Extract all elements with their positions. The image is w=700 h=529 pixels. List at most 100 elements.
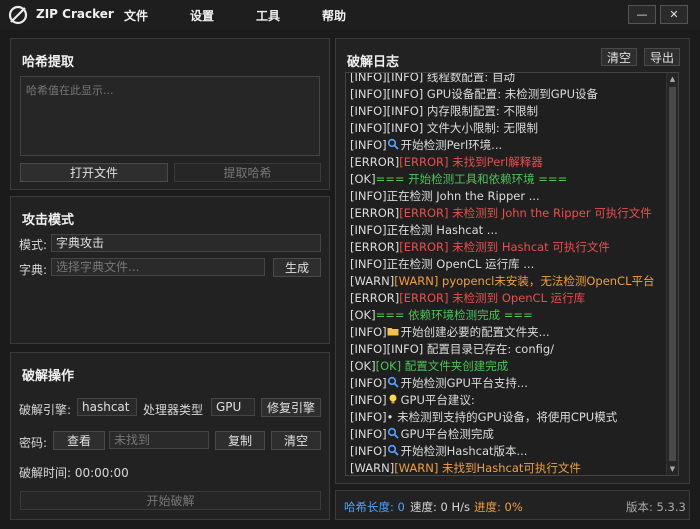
log-line-text: [WARN] 未找到Hashcat可执行文件: [394, 461, 581, 475]
log-line-prefix: [INFO]: [350, 257, 387, 271]
log-line-text: [ERROR] 未检测到 OpenCL 运行库: [399, 291, 586, 305]
menu-help[interactable]: 帮助: [322, 7, 346, 24]
log-line-prefix: [INFO]: [350, 325, 387, 339]
log-line-prefix: [INFO]: [350, 410, 387, 424]
log-line-text: [INFO] 配置目录已存在: config/: [386, 342, 555, 356]
clear-password-button[interactable]: 清空: [271, 431, 321, 450]
speed-status: 速度: 0 H/s: [410, 500, 471, 514]
log-line-prefix: [INFO]: [350, 121, 387, 135]
bulb-icon: [387, 393, 401, 407]
processor-select[interactable]: GPU: [211, 398, 255, 416]
log-line: [ERROR][ERROR] 未检测到 Hashcat 可执行文件: [350, 239, 666, 256]
fix-engine-button[interactable]: 修复引擎: [261, 398, 321, 417]
log-line: [INFO][INFO] 文件大小限制: 无限制: [350, 120, 666, 137]
log-line: [INFO] 开始检测Hashcat版本...: [350, 443, 666, 460]
crack-time: 破解时间: 00:00:00: [19, 466, 129, 480]
log-line: [INFO] GPU平台检测完成: [350, 426, 666, 443]
view-password-button[interactable]: 查看: [53, 431, 105, 450]
log-line: [INFO][INFO] 线程数配置: 自动: [350, 72, 666, 86]
log-line-prefix: [OK]: [350, 172, 376, 186]
export-log-button[interactable]: 导出: [644, 48, 680, 66]
log-line-text: [OK] 配置文件夹创建完成: [375, 359, 509, 373]
folder-icon: [387, 325, 401, 339]
log-line-text: 正在检测 Hashcat ...: [386, 223, 498, 237]
log-line-prefix: [INFO]: [350, 189, 387, 203]
log-line-prefix: [ERROR]: [350, 155, 400, 169]
search-icon: [387, 138, 401, 152]
log-panel-title: 破解日志: [347, 55, 400, 70]
log-line-text: GPU平台检测完成: [400, 427, 494, 441]
log-line: [WARN][WARN] pyopencl未安装，无法检测OpenCL平台: [350, 273, 666, 290]
log-line: [INFO] GPU平台建议:: [350, 392, 666, 409]
extract-hash-button[interactable]: 提取哈希: [174, 163, 321, 182]
status-bar: 哈希长度: 0 速度: 0 H/s 进度: 0% 版本: 5.3.3: [335, 490, 690, 520]
copy-password-button[interactable]: 复制: [215, 431, 265, 450]
close-button[interactable]: ✕: [660, 5, 688, 24]
log-line: [OK]=== 依赖环境检测完成 ===: [350, 307, 666, 324]
log-line-text: [INFO] 线程数配置: 自动: [386, 72, 515, 84]
log-line-text: 正在检测 OpenCL 运行库 ...: [386, 257, 535, 271]
log-line-text: [WARN] pyopencl未安装，无法检测OpenCL平台: [394, 274, 655, 288]
log-line-prefix: [OK]: [350, 308, 376, 322]
log-line-prefix: [INFO]: [350, 376, 387, 390]
app-title: ZIP Cracker: [36, 7, 114, 21]
log-line-prefix: [ERROR]: [350, 206, 400, 220]
hash-panel: 哈希提取 哈希值在此显示... 打开文件 提取哈希: [10, 38, 330, 190]
log-line-text: 开始检测GPU平台支持...: [400, 376, 528, 390]
crack-panel: 破解操作 破解引擎: hashcat 处理器类型 GPU 修复引擎 密码: 查看…: [10, 352, 330, 520]
log-line-text: 开始检测Hashcat版本...: [400, 444, 528, 458]
dict-label: 字典:: [19, 263, 48, 277]
log-line-prefix: [INFO]: [350, 223, 387, 237]
log-line-prefix: [INFO]: [350, 444, 387, 458]
log-line: [WARN][WARN] 未找到Hashcat可执行文件: [350, 460, 666, 475]
log-view[interactable]: [INFO][INFO] 线程数配置: 自动 [INFO][INFO] GPU设备…: [345, 72, 679, 476]
menu-settings[interactable]: 设置: [190, 7, 214, 24]
log-line-text: 开始检测Perl环境...: [400, 138, 503, 152]
log-line: [ERROR][ERROR] 未找到Perl解释器: [350, 154, 666, 171]
log-line-text: [INFO] GPU设备配置: 未检测到GPU设备: [386, 87, 598, 101]
log-line-text: === 开始检测工具和依赖环境 ===: [375, 172, 568, 186]
log-line-text: 正在检测 John the Ripper ...: [386, 189, 540, 203]
log-line: [INFO][INFO] GPU设备配置: 未检测到GPU设备: [350, 86, 666, 103]
dict-input[interactable]: 选择字典文件...: [51, 258, 265, 276]
progress-status: 进度: 0%: [474, 500, 523, 514]
log-line-prefix: [OK]: [350, 359, 376, 373]
hash-textarea[interactable]: 哈希值在此显示...: [20, 76, 320, 156]
log-line-text: 开始创建必要的配置文件夹...: [400, 325, 550, 339]
log-line: [INFO] 开始检测Perl环境...: [350, 137, 666, 154]
log-line: [ERROR][ERROR] 未检测到 OpenCL 运行库: [350, 290, 666, 307]
open-file-button[interactable]: 打开文件: [20, 163, 168, 182]
log-scrollbar[interactable]: ▲ ▼: [666, 73, 678, 475]
attack-panel-title: 攻击模式: [22, 213, 75, 228]
engine-select[interactable]: hashcat: [77, 398, 137, 416]
scroll-down-icon[interactable]: ▼: [667, 463, 678, 475]
crack-panel-title: 破解操作: [22, 369, 75, 384]
version-status: 版本: 5.3.3: [626, 500, 686, 514]
mode-select[interactable]: 字典攻击: [51, 234, 321, 252]
scroll-up-icon[interactable]: ▲: [667, 73, 678, 85]
clear-log-button[interactable]: 清空: [601, 48, 637, 66]
processor-label: 处理器类型: [143, 403, 204, 417]
password-label: 密码:: [19, 436, 48, 450]
menu-tools[interactable]: 工具: [256, 7, 280, 24]
log-line: [INFO]• 未检测到支持的GPU设备，将使用CPU模式: [350, 409, 666, 426]
log-line-prefix: [INFO]: [350, 72, 387, 84]
title-bar: ZIP Cracker 文件 设置 工具 帮助 — ✕: [0, 0, 700, 30]
log-line-text: [ERROR] 未检测到 John the Ripper 可执行文件: [399, 206, 652, 220]
menu-file[interactable]: 文件: [124, 7, 148, 24]
log-line: [INFO] 开始检测GPU平台支持...: [350, 375, 666, 392]
minimize-button[interactable]: —: [628, 5, 656, 24]
log-line: [INFO][INFO] 配置目录已存在: config/: [350, 341, 666, 358]
generate-button[interactable]: 生成: [273, 258, 321, 277]
log-line: [INFO][INFO] 内存限制配置: 不限制: [350, 103, 666, 120]
log-line: [INFO]正在检测 Hashcat ...: [350, 222, 666, 239]
log-line-text: [INFO] 内存限制配置: 不限制: [386, 104, 538, 118]
search-icon: [387, 444, 401, 458]
mode-label: 模式:: [19, 238, 48, 252]
password-field[interactable]: 未找到: [109, 431, 209, 449]
scroll-thumb[interactable]: [669, 87, 676, 461]
start-crack-button[interactable]: 开始破解: [20, 491, 321, 510]
log-line: [INFO] 开始创建必要的配置文件夹...: [350, 324, 666, 341]
log-line: [INFO]正在检测 John the Ripper ...: [350, 188, 666, 205]
search-icon: [387, 427, 401, 441]
